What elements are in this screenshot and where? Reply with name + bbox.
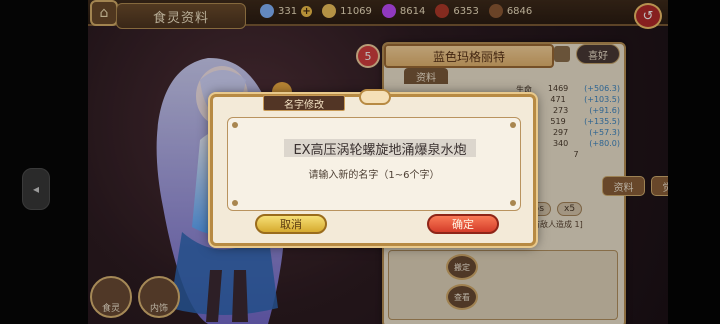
game-scene: ⌂ 食灵资料 331 + 11069 8614 6353 6846 ↺ 5 蓝色… [88, 0, 668, 324]
corner-ornament-icon [232, 122, 238, 128]
game-screen: ◂ ⌂ 食灵资料 331 + 11069 8614 6353 6846 ↺ 5 … [0, 0, 720, 324]
dialog-content: 请输入新的名字（1~6个字） [227, 117, 521, 211]
corner-ornament-icon [232, 200, 238, 206]
dialog-title: 名字修改 [263, 95, 345, 111]
cancel-button[interactable]: 取消 [255, 214, 327, 234]
rename-dialog: 名字修改 请输入新的名字（1~6个字） 取消 确定 [210, 89, 536, 246]
left-bezel: ◂ [0, 0, 88, 324]
dialog-ornament-icon [359, 89, 391, 105]
right-bezel [668, 0, 720, 324]
confirm-button[interactable]: 确定 [427, 214, 499, 234]
side-handle-icon[interactable]: ◂ [22, 168, 50, 210]
name-input[interactable] [284, 139, 476, 157]
corner-ornament-icon [510, 122, 516, 128]
corner-ornament-icon [510, 200, 516, 206]
name-hint: 请输入新的名字（1~6个字） [308, 170, 440, 181]
